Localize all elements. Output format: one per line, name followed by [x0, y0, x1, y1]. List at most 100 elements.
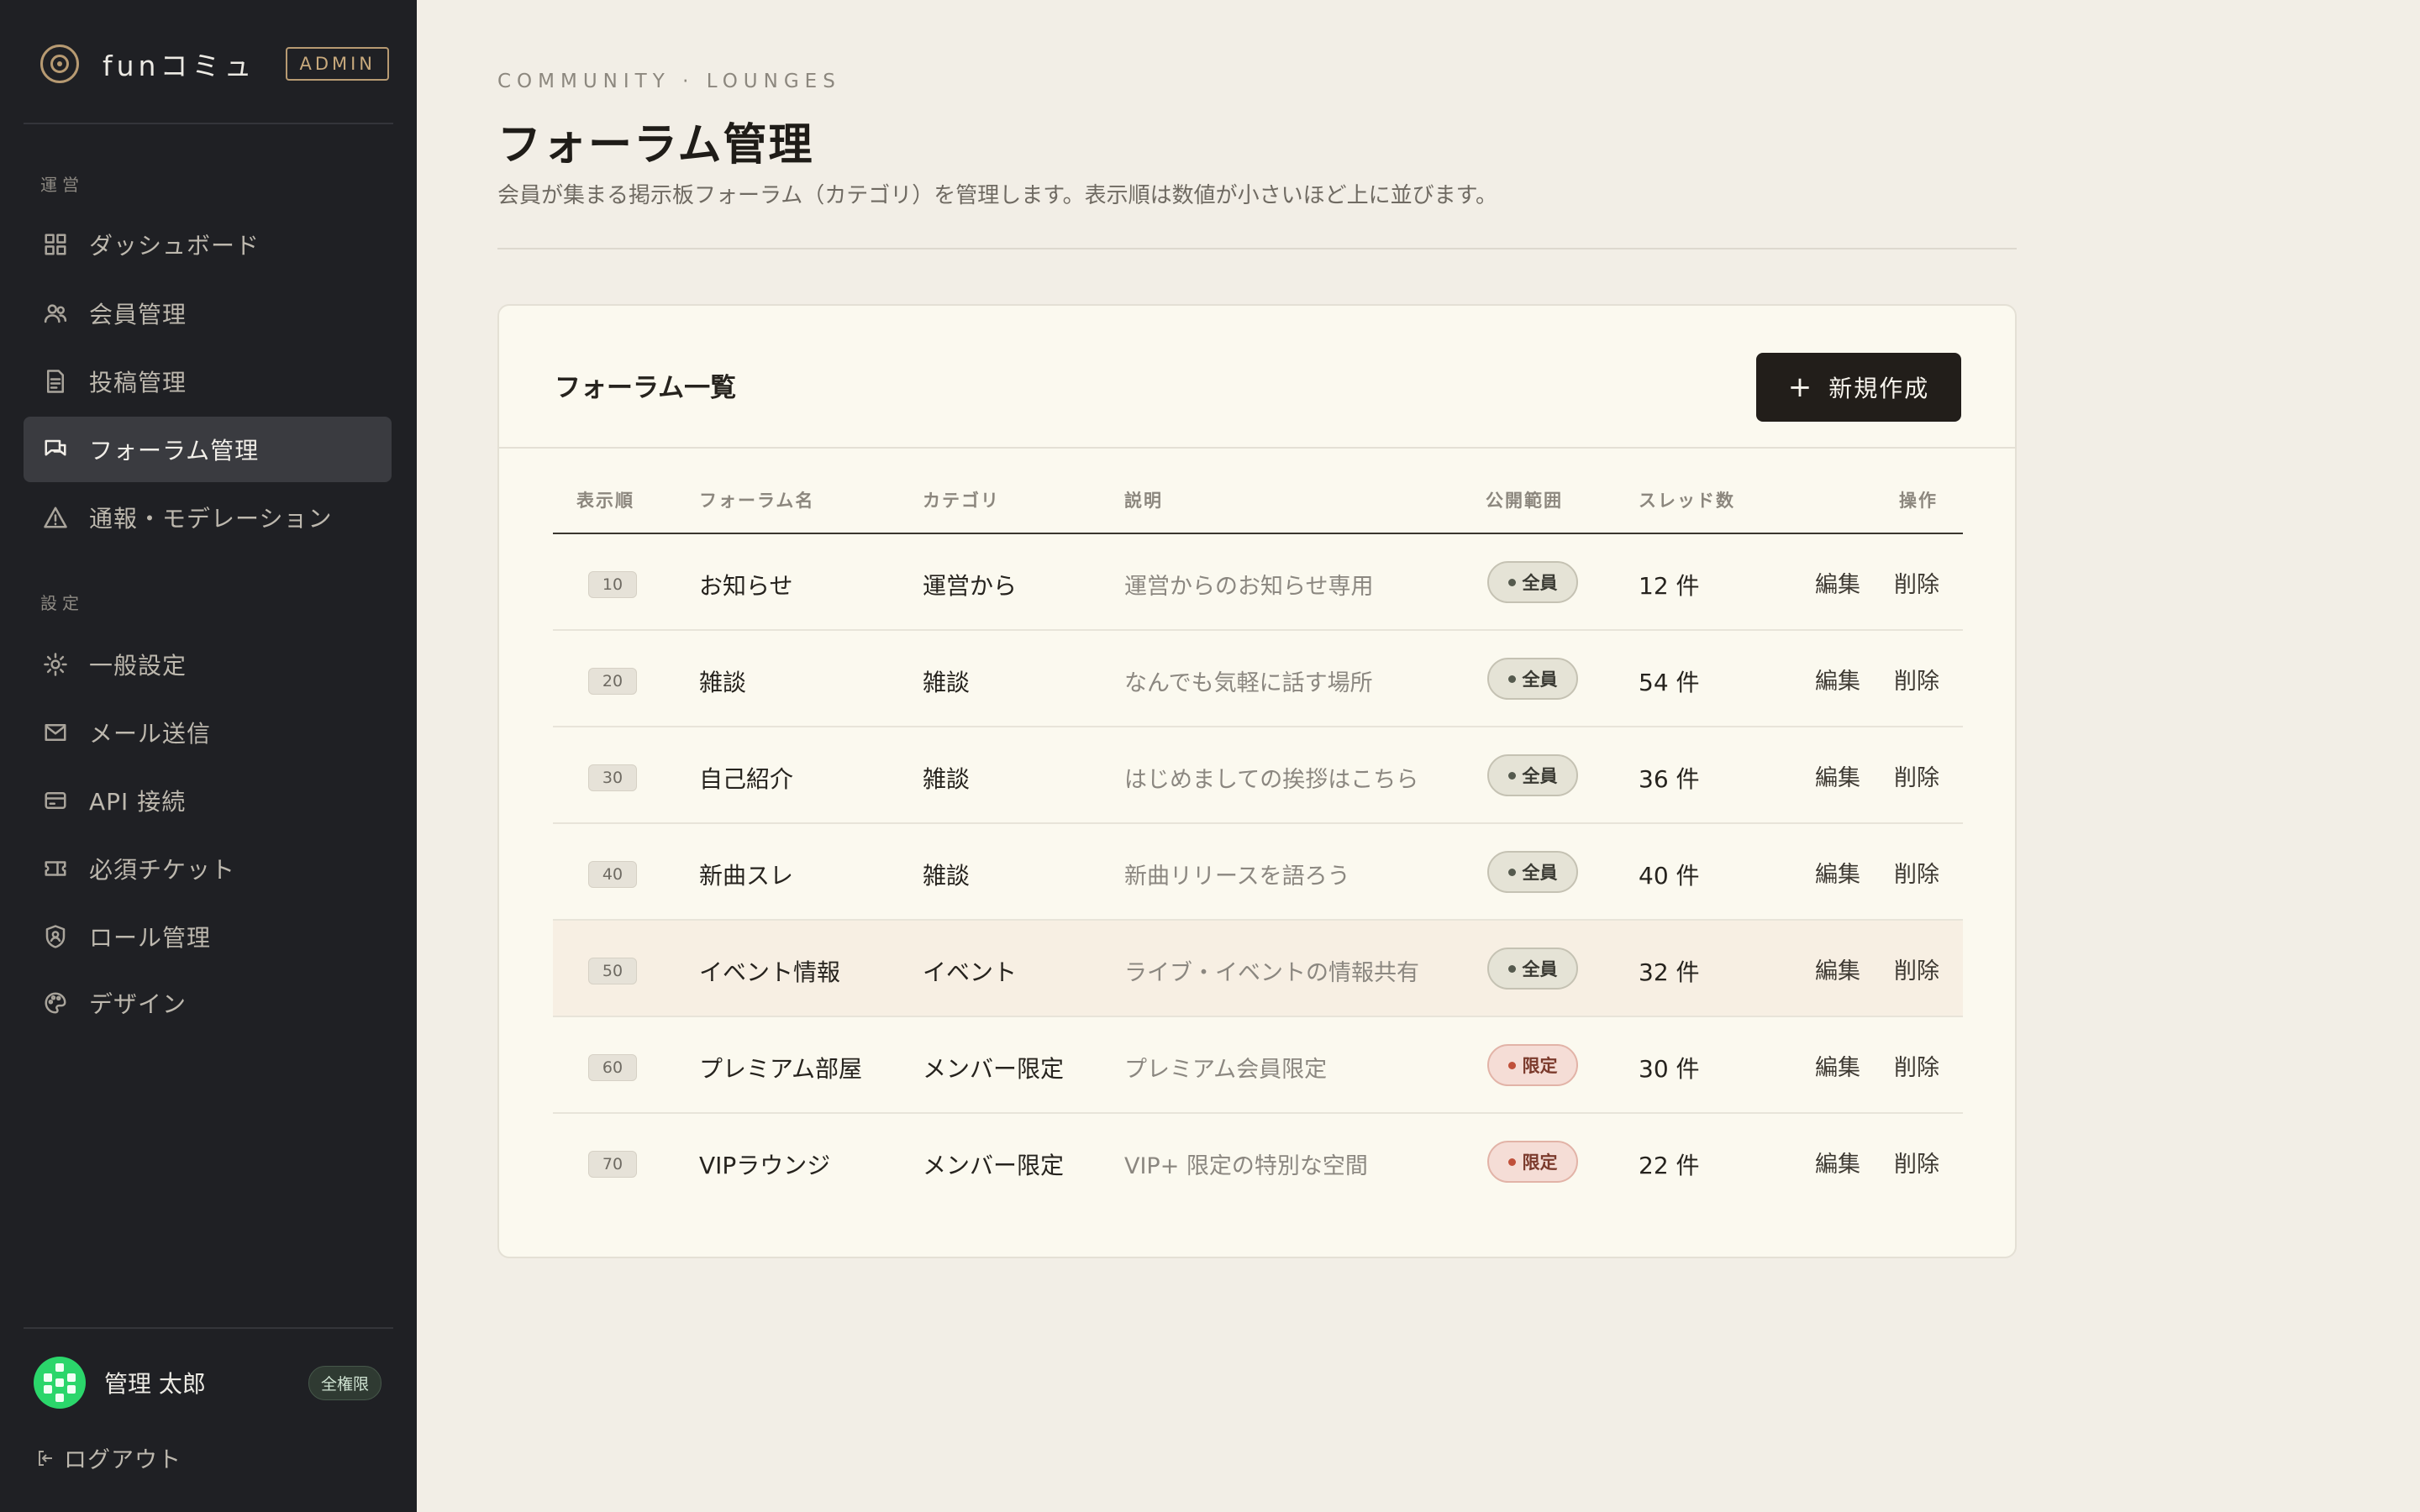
current-user[interactable]: 管理 太郎 全権限 [34, 1356, 381, 1410]
status-dot-icon [1507, 675, 1516, 683]
sidebar-item-label: 通報・モデレーション [89, 505, 333, 533]
forum-description: 新曲リリースを語ろう [1124, 864, 1350, 890]
table-row[interactable]: 60 プレミアム部屋 メンバー限定 プレミアム会員限定 限定 30 件 編集 削… [553, 1017, 1963, 1114]
forum-name: お知らせ [699, 572, 793, 600]
edit-button[interactable]: 編集 [1815, 856, 1860, 889]
thread-count: 30 件 [1639, 1055, 1700, 1083]
sidebar-item-design[interactable]: デザイン [24, 970, 392, 1036]
visibility-badge: 全員 [1487, 754, 1578, 796]
table-row[interactable]: 40 新曲スレ 雑談 新曲リリースを語ろう 全員 40 件 編集 削除 [553, 824, 1963, 921]
ticket-icon [42, 855, 69, 882]
sidebar-item-label: ダッシュボード [89, 232, 260, 260]
order-badge: 70 [588, 1151, 637, 1178]
delete-button[interactable]: 削除 [1894, 1049, 1939, 1082]
sidebar-item-label: ロール管理 [89, 924, 212, 952]
sidebar-item-general-settings[interactable]: 一般設定 [24, 632, 392, 697]
sidebar-item-mail[interactable]: メール送信 [24, 700, 392, 765]
forum-description: はじめましての挨拶はこちら [1124, 767, 1419, 793]
edit-button[interactable]: 編集 [1815, 1049, 1860, 1082]
table-row[interactable]: 20 雑談 雑談 なんでも気軽に話す場所 全員 54 件 編集 削除 [553, 631, 1963, 727]
page-description: 会員が集まる掲示板フォーラム（カテゴリ）を管理します。表示順は数値が小さいほど上… [497, 183, 1498, 208]
thread-count: 12 件 [1639, 572, 1700, 600]
sidebar-item-forums[interactable]: フォーラム管理 [24, 417, 392, 482]
sidebar-item-label: 会員管理 [89, 301, 187, 328]
forum-category: イベント [923, 958, 1018, 986]
sidebar-item-label: フォーラム管理 [89, 437, 260, 465]
table-row[interactable]: 10 お知らせ 運営から 運営からのお知らせ専用 全員 12 件 編集 削除 [553, 534, 1963, 631]
edit-button[interactable]: 編集 [1815, 566, 1860, 599]
sidebar-item-posts[interactable]: 投稿管理 [24, 349, 392, 414]
delete-button[interactable]: 削除 [1894, 663, 1939, 696]
table-body: 10 お知らせ 運営から 運営からのお知らせ専用 全員 12 件 編集 削除 2… [553, 534, 1963, 1210]
column-header-threads[interactable]: スレッド数 [1639, 487, 1735, 512]
edit-button[interactable]: 編集 [1815, 759, 1860, 792]
sidebar-item-label: 必須チケット [89, 856, 236, 884]
divider [24, 1327, 393, 1329]
column-header-description: 説明 [1124, 491, 1163, 511]
forum-category: 雑談 [923, 862, 971, 890]
forum-category: メンバー限定 [923, 1055, 1065, 1083]
table-row[interactable]: 30 自己紹介 雑談 はじめましての挨拶はこちら 全員 36 件 編集 削除 [553, 727, 1963, 824]
user-name: 管理 太郎 [104, 1370, 206, 1398]
order-badge: 60 [588, 1054, 637, 1081]
sidebar-item-moderation[interactable]: 通報・モデレーション [24, 485, 392, 550]
sidebar-item-roles[interactable]: ロール管理 [24, 904, 392, 969]
create-forum-button[interactable]: + 新規作成 [1756, 353, 1961, 422]
forum-category: 雑談 [923, 669, 971, 696]
nav-section-operations: 運営 [40, 175, 84, 195]
table-row[interactable]: 50 イベント情報 イベント ライブ・イベントの情報共有 全員 32 件 編集 … [553, 921, 1963, 1017]
role-badge: 全権限 [308, 1365, 381, 1400]
table-row[interactable]: 70 VIPラウンジ メンバー限定 VIP+ 限定の特別な空間 限定 22 件 … [553, 1114, 1963, 1210]
order-badge: 20 [588, 668, 637, 695]
delete-button[interactable]: 削除 [1894, 856, 1939, 889]
sidebar-item-api[interactable]: API 接続 [24, 768, 392, 833]
thread-count: 40 件 [1639, 862, 1700, 890]
sidebar-item-dashboard[interactable]: ダッシュボード [24, 212, 392, 277]
sidebar-item-tickets[interactable]: 必須チケット [24, 836, 392, 901]
status-dot-icon [1507, 1061, 1516, 1069]
order-badge: 30 [588, 764, 637, 791]
column-header-order[interactable]: 表示順 [576, 487, 634, 512]
edit-button[interactable]: 編集 [1815, 663, 1860, 696]
api-card-icon [42, 787, 69, 814]
visibility-label: 限定 [1522, 1056, 1558, 1076]
edit-button[interactable]: 編集 [1815, 1146, 1860, 1179]
page-title: フォーラム管理 [497, 120, 814, 171]
delete-button[interactable]: 削除 [1894, 1146, 1939, 1179]
forum-description: なんでも気軽に話す場所 [1124, 670, 1373, 696]
edit-button[interactable]: 編集 [1815, 953, 1860, 985]
column-header-name[interactable]: フォーラム名 [699, 487, 814, 512]
order-badge: 50 [588, 958, 637, 984]
delete-button[interactable]: 削除 [1894, 566, 1939, 599]
delete-button[interactable]: 削除 [1894, 953, 1939, 985]
sidebar-item-members[interactable]: 会員管理 [24, 281, 392, 346]
column-header-actions: 操作 [1899, 491, 1938, 511]
forum-list-card: フォーラム一覧 + 新規作成 表示順 フォーラム名 カテゴリ 説明 公開範囲 ス… [497, 304, 2017, 1258]
logout-button[interactable]: ログアウト [35, 1441, 182, 1474]
status-dot-icon [1507, 578, 1516, 586]
column-header-category[interactable]: カテゴリ [923, 487, 1000, 512]
forum-table: 表示順 フォーラム名 カテゴリ 説明 公開範囲 スレッド数 操作 10 お知らせ… [553, 472, 1963, 1210]
sidebar-item-label: 投稿管理 [89, 369, 187, 396]
forum-description: ライブ・イベントの情報共有 [1124, 960, 1419, 986]
gear-icon [42, 651, 69, 678]
brand[interactable]: funコミュ ADMIN [40, 39, 390, 89]
forum-name: プレミアム部屋 [699, 1055, 863, 1083]
visibility-badge: 全員 [1487, 658, 1578, 700]
visibility-badge: 限定 [1487, 1044, 1578, 1086]
brand-name: funコミュ [103, 50, 256, 82]
column-header-visibility[interactable]: 公開範囲 [1486, 487, 1563, 512]
logout-icon [39, 1450, 52, 1466]
brand-logo-icon [40, 45, 79, 83]
delete-button[interactable]: 削除 [1894, 759, 1939, 792]
logout-label: ログアウト [64, 1447, 182, 1473]
status-dot-icon [1507, 868, 1516, 876]
sidebar-item-label: デザイン [89, 990, 187, 1018]
nav-section-settings: 設定 [40, 593, 84, 613]
chat-icon [42, 436, 69, 463]
forum-name: イベント情報 [699, 958, 841, 986]
table-header: 表示順 フォーラム名 カテゴリ 説明 公開範囲 スレッド数 操作 [553, 472, 1963, 534]
forum-category: 雑談 [923, 765, 971, 793]
visibility-label: 限定 [1522, 1152, 1558, 1173]
document-icon [42, 368, 69, 395]
